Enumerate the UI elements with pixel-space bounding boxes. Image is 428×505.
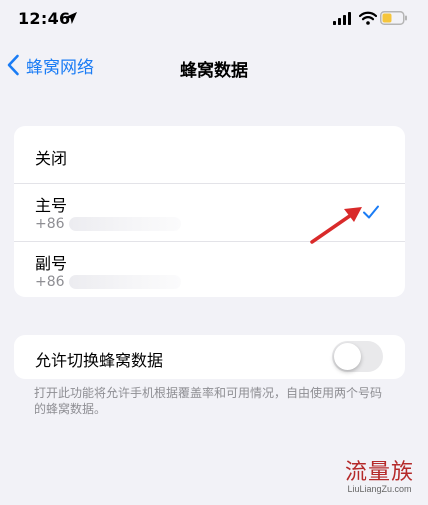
footer-note: 打开此功能将允许手机根据覆盖率和可用情况，自由使用两个号码的蜂窝数据。 <box>34 386 383 416</box>
status-time: 12:46 <box>18 9 71 28</box>
navigation-bar: 蜂窝网络 蜂窝数据 <box>0 44 428 88</box>
secondary-number-redacted <box>68 275 181 289</box>
battery-icon <box>380 11 407 25</box>
annotation-arrow-icon <box>310 207 362 244</box>
page-title: 蜂窝数据 <box>180 61 248 81</box>
status-bar: 12:46 <box>0 0 428 36</box>
option-primary-label: 主号 <box>35 196 68 215</box>
location-arrow-icon <box>65 12 77 24</box>
option-secondary-label: 副号 <box>35 254 68 273</box>
watermark: 流量族 LiuLiangZu.com <box>345 454 414 494</box>
option-off-label: 关闭 <box>35 149 68 168</box>
secondary-number-prefix: +86 <box>35 274 65 290</box>
option-off-row[interactable]: 关闭 <box>14 126 405 183</box>
wifi-icon <box>359 11 377 25</box>
primary-number-prefix: +86 <box>35 216 65 232</box>
allow-switching-row: 允许切换蜂窝数据 <box>14 335 405 379</box>
toggle-knob <box>334 343 361 370</box>
option-secondary-number: +86 <box>35 274 181 290</box>
option-primary-number: +86 <box>35 216 181 232</box>
signal-bars-icon <box>333 12 351 25</box>
watermark-logo: 流量族 <box>344 460 414 485</box>
allow-switching-toggle[interactable] <box>332 341 383 372</box>
watermark-url: LiuLiangZu.com <box>347 484 412 494</box>
allow-switching-label: 允许切换蜂窝数据 <box>35 351 164 370</box>
primary-number-redacted <box>68 217 181 231</box>
